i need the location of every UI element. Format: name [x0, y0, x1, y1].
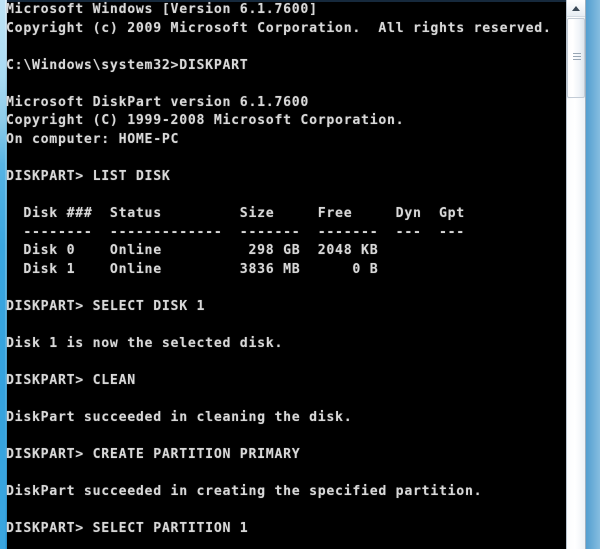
console-line: Disk 0 Online 298 GB 2048 KB: [6, 243, 379, 259]
chevron-up-icon: [572, 6, 580, 11]
console-line: Disk ### Status Size Free Dyn Gpt: [6, 206, 465, 222]
console-line: Microsoft DiskPart version 6.1.7600: [6, 94, 310, 110]
console-line: DiskPart succeeded in cleaning the disk.: [6, 410, 353, 426]
console-line: -------- ------------- ------- ------- -…: [6, 224, 465, 240]
console-line: Copyright (c) 2009 Microsoft Corporation…: [6, 20, 552, 36]
console-line: Microsoft Windows [Version 6.1.7600]: [6, 2, 318, 17]
scrollbar-grip-icon: [573, 53, 581, 63]
console-line: Disk 1 is now the selected disk.: [6, 335, 284, 351]
console-line: DISKPART> LIST DISK: [6, 168, 171, 184]
scrollbar-track[interactable]: [567, 99, 585, 549]
console-line: DISKPART> CREATE PARTITION PRIMARY: [6, 447, 301, 463]
console-line: C:\Windows\system32>DISKPART: [6, 57, 249, 73]
command-prompt-window[interactable]: Microsoft Windows [Version 6.1.7600] Copy…: [0, 0, 566, 549]
console-line: DISKPART> SELECT PARTITION 1: [6, 521, 249, 537]
console-line: Copyright (C) 1999-2008 Microsoft Corpor…: [6, 113, 405, 129]
console-line: Disk 1 Online 3836 MB 0 B: [6, 261, 379, 277]
vertical-scrollbar[interactable]: [566, 0, 586, 549]
console-line: DISKPART> SELECT DISK 1: [6, 298, 206, 314]
console-line: On computer: HOME-PC: [6, 131, 180, 147]
scrollbar-thumb[interactable]: [567, 18, 585, 98]
console-output[interactable]: Microsoft Windows [Version 6.1.7600] Copy…: [0, 0, 566, 549]
console-line: DISKPART> CLEAN: [6, 372, 136, 388]
scroll-up-button[interactable]: [567, 0, 585, 17]
console-line: DiskPart succeeded in creating the speci…: [6, 484, 483, 500]
console-screenshot: Microsoft Windows [Version 6.1.7600] Copy…: [0, 0, 600, 549]
